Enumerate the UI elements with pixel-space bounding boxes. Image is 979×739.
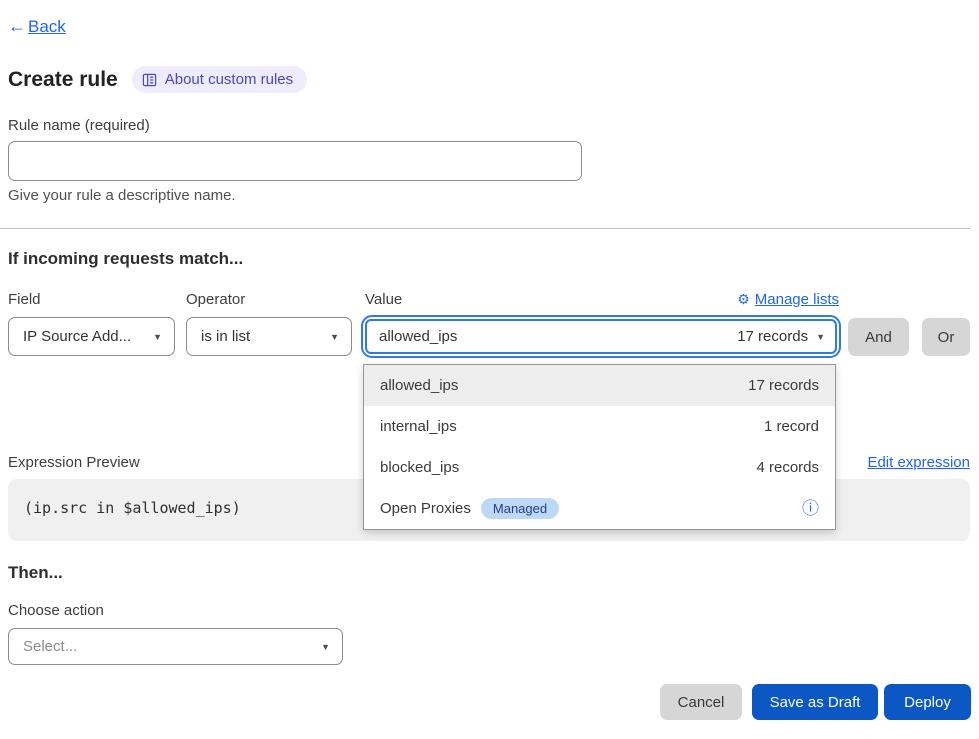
manage-lists-label: Manage lists	[755, 291, 839, 308]
action-select[interactable]: Select... ▼	[8, 628, 343, 665]
value-select-focus-ring: allowed_ips 17 records ▼	[361, 315, 841, 358]
save-draft-button[interactable]: Save as Draft	[752, 684, 878, 720]
field-label: Field	[8, 291, 41, 308]
operator-select[interactable]: is in list ▼	[186, 317, 352, 356]
section-divider	[0, 228, 970, 229]
title-row: Create rule About custom rules	[8, 66, 307, 93]
expression-code: (ip.src in $allowed_ips)	[24, 499, 241, 517]
list-item-records: 17 records	[748, 377, 819, 394]
list-dropdown-menu: allowed_ips 17 records internal_ips 1 re…	[363, 364, 836, 530]
action-select-placeholder: Select...	[23, 638, 77, 655]
list-item-name: Open Proxies	[380, 500, 471, 517]
choose-action-label: Choose action	[8, 602, 104, 619]
list-item-name: internal_ips	[380, 418, 457, 435]
list-item-name: blocked_ips	[380, 459, 459, 476]
deploy-button[interactable]: Deploy	[884, 684, 971, 720]
back-arrow-icon: ←	[8, 16, 26, 37]
or-button[interactable]: Or	[922, 318, 970, 356]
book-icon	[142, 73, 157, 87]
chevron-down-icon: ▼	[153, 332, 162, 342]
chevron-down-icon: ▼	[330, 332, 339, 342]
list-item-records: 4 records	[756, 459, 819, 476]
list-item-blocked-ips[interactable]: blocked_ips 4 records	[364, 447, 835, 488]
then-section-heading: Then...	[8, 563, 63, 583]
match-section-heading: If incoming requests match...	[8, 249, 243, 269]
info-icon[interactable]: ⓘ	[802, 500, 819, 517]
page-title: Create rule	[8, 68, 118, 92]
about-badge-label: About custom rules	[165, 71, 293, 88]
value-select-value: allowed_ips	[379, 328, 457, 345]
rule-name-label: Rule name (required)	[8, 117, 150, 134]
list-item-internal-ips[interactable]: internal_ips 1 record	[364, 406, 835, 447]
chevron-down-icon: ▼	[816, 332, 825, 342]
gear-icon: ⚙	[737, 291, 750, 308]
value-label: Value	[365, 291, 402, 308]
managed-badge: Managed	[481, 498, 559, 519]
about-custom-rules-badge[interactable]: About custom rules	[132, 66, 307, 93]
value-records-count: 17 records	[737, 328, 808, 345]
expression-preview-label: Expression Preview	[8, 454, 140, 471]
rule-name-input[interactable]	[8, 141, 582, 181]
create-rule-page: ←Back Create rule About custom rules Rul…	[0, 0, 979, 739]
list-item-records: 1 record	[764, 418, 819, 435]
field-select-value: IP Source Add...	[23, 328, 131, 345]
manage-lists-link[interactable]: ⚙ Manage lists	[737, 291, 839, 308]
back-link[interactable]: ←Back	[8, 16, 66, 37]
back-label: Back	[28, 17, 66, 37]
list-item-name: allowed_ips	[380, 377, 458, 394]
cancel-button[interactable]: Cancel	[660, 684, 742, 720]
field-select[interactable]: IP Source Add... ▼	[8, 317, 175, 356]
edit-expression-link[interactable]: Edit expression	[867, 454, 970, 471]
rule-name-helper: Give your rule a descriptive name.	[8, 187, 236, 204]
and-button[interactable]: And	[848, 318, 909, 356]
list-item-open-proxies[interactable]: Open Proxies Managed ⓘ	[364, 488, 835, 529]
chevron-down-icon: ▼	[321, 642, 330, 652]
operator-select-value: is in list	[201, 328, 250, 345]
list-item-allowed-ips[interactable]: allowed_ips 17 records	[364, 365, 835, 406]
operator-label: Operator	[186, 291, 245, 308]
value-select[interactable]: allowed_ips 17 records ▼	[365, 319, 837, 354]
